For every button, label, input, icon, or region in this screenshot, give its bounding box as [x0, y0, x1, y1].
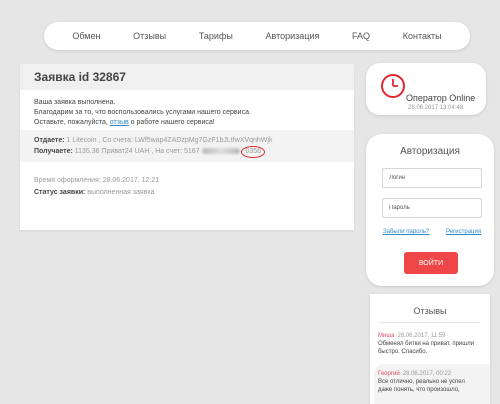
message-line-3: Оставьте, пожалуйста, отзыв о работе наш… — [34, 118, 340, 128]
status-value: выполненная заявка — [87, 189, 155, 196]
login-input[interactable] — [382, 168, 482, 188]
message-line-1: Ваша заявка выполнена. — [34, 99, 116, 106]
auth-title: Авторизация — [400, 146, 460, 157]
give-label: Отдаете: — [34, 137, 65, 144]
nav-tariffs[interactable]: Тарифы — [199, 31, 233, 41]
password-input[interactable] — [382, 198, 482, 218]
review-text: Все отлично, реально не успел даже понят… — [378, 379, 465, 393]
order-details: Отдаете: 1 Litecoin , Со счета: LWf5wap4… — [20, 130, 354, 162]
review-date: 28.06.2017, 00:22 — [402, 371, 452, 377]
receive-label: Получаете: — [34, 148, 73, 155]
register-link[interactable]: Регистрация — [446, 229, 481, 235]
review-text: Обменял битки на приват, пришли быстро. … — [378, 341, 474, 355]
login-button[interactable]: ВОЙТИ — [404, 252, 458, 274]
give-row: Отдаете: 1 Litecoin , Со счета: LWf5wap4… — [34, 136, 340, 146]
reviews-panel: Отзывы Миша 28.06.2017, 11:59 Обменял бит… — [370, 294, 490, 404]
receive-value: 1135.36 Приват24 UAH , На счет: 5167 — [74, 148, 200, 155]
auth-panel: Авторизация Забыли пароль? Регистрация В… — [366, 134, 494, 286]
message-line-3-post: о работе нашего сервиса! — [130, 119, 215, 126]
order-status: Время оформления: 28.06.2017, 12:21 Стат… — [20, 162, 354, 196]
reviews-divider — [380, 322, 480, 323]
clock-icon — [380, 73, 406, 104]
nav-contacts[interactable]: Контакты — [403, 31, 442, 41]
message-line-2: Благодарим за то, что воспользовались ус… — [34, 109, 251, 116]
message-line-3-pre: Оставьте, пожалуйста, — [34, 119, 108, 126]
order-card: Заявка id 32867 Ваша заявка выполнена. Б… — [20, 64, 354, 230]
card-number-redaction — [201, 148, 240, 155]
nav-faq[interactable]: FAQ — [352, 31, 370, 41]
created-row: Время оформления: 28.06.2017, 12:21 — [34, 176, 340, 186]
nav-exchange[interactable]: Обмен — [72, 31, 100, 41]
operator-online-widget[interactable]: Оператор Online 28.06.2017 13:04:48 — [366, 63, 486, 115]
review-date: 28.06.2017, 11:59 — [397, 333, 446, 339]
top-nav: Обмен Отзывы Тарифы Авторизация FAQ Конт… — [44, 22, 470, 50]
review-author[interactable]: Георгий — [378, 371, 400, 377]
review-link[interactable]: отзыв — [110, 119, 129, 126]
status-row: Статус заявки: выполненная заявка — [34, 188, 340, 198]
review-author[interactable]: Миша — [378, 333, 395, 339]
operator-time: 28.06.2017 13:04:48 — [408, 105, 464, 111]
created-label: Время оформления: — [34, 177, 101, 184]
review-item: Георгий 28.06.2017, 00:22 Все отлично, ре… — [378, 370, 478, 394]
card-number-end: 0356 — [241, 146, 266, 158]
nav-reviews[interactable]: Отзывы — [133, 31, 166, 41]
review-item: Миша 28.06.2017, 11:59 Обменял битки на п… — [378, 332, 478, 356]
created-value: 28.06.2017, 12:21 — [102, 177, 160, 184]
reviews-title: Отзывы — [413, 306, 447, 316]
give-value: 1 Litecoin , Со счета: LWf5wap4ZADzpMg7G… — [66, 137, 273, 144]
status-label: Статус заявки: — [34, 189, 86, 196]
order-title: Заявка id 32867 — [20, 64, 354, 90]
operator-title: Оператор Online — [406, 93, 476, 103]
order-message: Ваша заявка выполнена. Благодарим за то,… — [20, 90, 354, 130]
nav-authorization[interactable]: Авторизация — [266, 31, 320, 41]
receive-row: Получаете: 1135.36 Приват24 UAH , На сче… — [34, 146, 340, 158]
forgot-password-link[interactable]: Забыли пароль? — [383, 229, 429, 235]
